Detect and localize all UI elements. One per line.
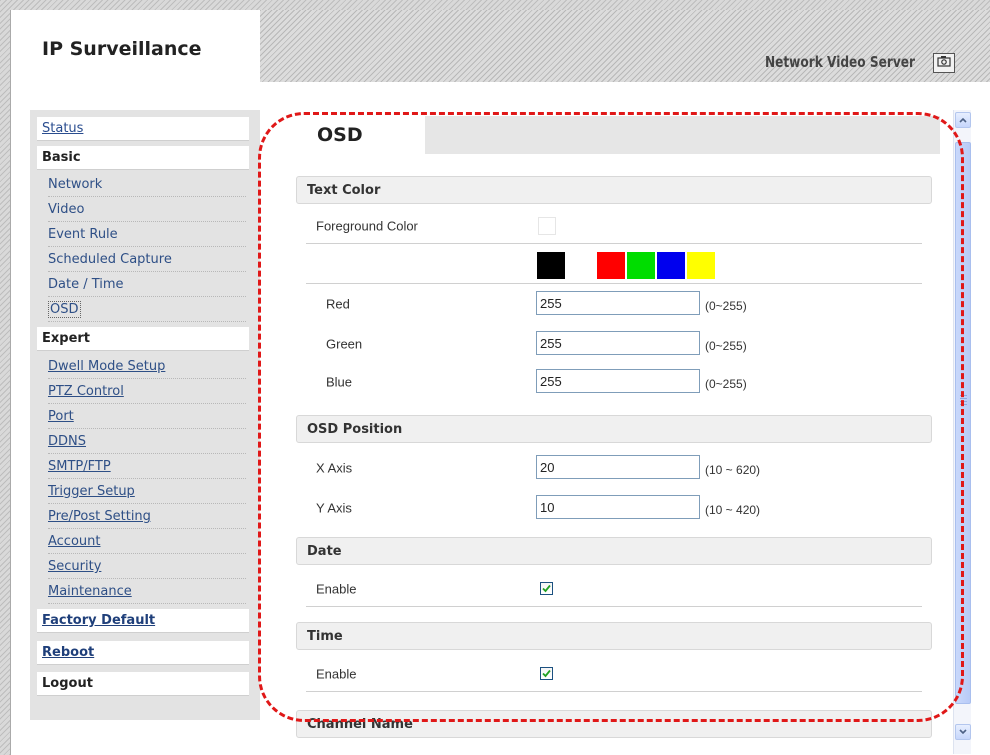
sidebar-item-ddns[interactable]: DDNS	[48, 430, 246, 454]
x-axis-input[interactable]	[536, 455, 700, 479]
row-palette	[306, 244, 922, 284]
row-foreground-color: Foreground Color	[306, 208, 922, 244]
sidebar-item-pre-post-setting[interactable]: Pre/Post Setting	[48, 505, 246, 529]
blue-input[interactable]	[536, 369, 700, 393]
color-palette	[537, 252, 715, 279]
sidebar-item-account[interactable]: Account	[48, 530, 246, 554]
sidebar-item-maintenance[interactable]: Maintenance	[48, 580, 246, 604]
y-axis-input[interactable]	[536, 495, 700, 519]
red-label: Red	[326, 296, 350, 312]
sidebar-item-trigger-setup[interactable]: Trigger Setup	[48, 480, 246, 504]
green-input[interactable]	[536, 331, 700, 355]
row-blue: Blue (0~255)	[306, 364, 922, 400]
snapshot-button[interactable]	[933, 53, 955, 73]
section-channel-name: Channel Name	[296, 710, 932, 738]
row-time-enable: Enable	[306, 656, 922, 692]
sidebar-logout[interactable]: Logout	[37, 672, 249, 696]
y-axis-label: Y Axis	[316, 500, 352, 516]
tab-osd[interactable]: OSD	[295, 116, 425, 154]
check-icon	[542, 669, 551, 678]
swatch-yellow[interactable]	[687, 252, 715, 279]
row-date-enable: Enable	[306, 571, 922, 607]
sidebar-item-osd[interactable]: OSD	[48, 298, 246, 322]
scroll-down-button[interactable]	[955, 724, 971, 740]
chevron-down-icon	[959, 729, 967, 735]
date-enable-checkbox[interactable]	[540, 582, 553, 595]
header-stripe	[260, 10, 990, 82]
sidebar-item-dwell-mode[interactable]: Dwell Mode Setup	[48, 355, 246, 379]
section-date: Date	[296, 537, 932, 565]
section-text-color: Text Color	[296, 176, 932, 204]
red-range: (0~255)	[705, 299, 747, 313]
blue-label: Blue	[326, 374, 353, 390]
swatch-red[interactable]	[597, 252, 625, 279]
sidebar-item-network[interactable]: Network	[48, 173, 246, 197]
sidebar-item-osd-label: OSD	[48, 301, 81, 318]
section-osd-position: OSD Position	[296, 415, 932, 443]
grip-line	[960, 398, 967, 399]
row-red: Red (0~255)	[306, 286, 922, 322]
row-x-axis: X Axis (10 ~ 620)	[306, 450, 922, 486]
swatch-white[interactable]	[567, 252, 595, 279]
grip-line	[960, 404, 967, 405]
grip-line	[960, 395, 967, 396]
time-enable-label: Enable	[316, 666, 357, 681]
foreground-color-label: Foreground Color	[316, 218, 418, 233]
camera-icon	[937, 55, 951, 71]
chevron-up-icon	[959, 117, 967, 123]
green-label: Green	[326, 336, 363, 352]
sidebar-item-ptz-control[interactable]: PTZ Control	[48, 380, 246, 404]
swatch-blue[interactable]	[657, 252, 685, 279]
date-enable-label: Enable	[316, 581, 357, 596]
row-green: Green (0~255)	[306, 326, 922, 362]
scroll-thumb[interactable]	[955, 142, 971, 704]
y-axis-range: (10 ~ 420)	[705, 503, 761, 517]
vertical-scrollbar[interactable]	[953, 110, 971, 754]
blue-range: (0~255)	[705, 377, 747, 391]
product-name: Network Video Server	[764, 53, 915, 71]
grip-line	[960, 401, 967, 402]
sidebar-item-smtp-ftp[interactable]: SMTP/FTP	[48, 455, 246, 479]
foreground-color-preview	[538, 217, 556, 235]
red-input[interactable]	[536, 291, 700, 315]
sidebar-item-video[interactable]: Video	[48, 198, 246, 222]
x-axis-label: X Axis	[316, 460, 353, 476]
section-time: Time	[296, 622, 932, 650]
brand-title: IP Surveillance	[42, 38, 202, 60]
sidebar-status-link[interactable]: Status	[37, 117, 249, 141]
swatch-green[interactable]	[627, 252, 655, 279]
time-enable-checkbox[interactable]	[540, 667, 553, 680]
sidebar-item-port[interactable]: Port	[48, 405, 246, 429]
swatch-black[interactable]	[537, 252, 565, 279]
green-range: (0~255)	[705, 339, 747, 353]
check-icon	[542, 584, 551, 593]
x-axis-range: (10 ~ 620)	[705, 463, 761, 477]
sidebar-reboot[interactable]: Reboot	[37, 641, 249, 665]
sidebar-expert-heading: Expert	[37, 327, 249, 351]
sidebar-factory-default[interactable]: Factory Default	[37, 609, 249, 633]
sidebar-item-event-rule[interactable]: Event Rule	[48, 223, 246, 247]
sidebar-item-date-time[interactable]: Date / Time	[48, 273, 246, 297]
sidebar-item-security[interactable]: Security	[48, 555, 246, 579]
sidebar-item-scheduled-capture[interactable]: Scheduled Capture	[48, 248, 246, 272]
scroll-up-button[interactable]	[955, 112, 971, 128]
sidebar-basic-heading: Basic	[37, 146, 249, 170]
row-y-axis: Y Axis (10 ~ 420)	[306, 490, 922, 526]
